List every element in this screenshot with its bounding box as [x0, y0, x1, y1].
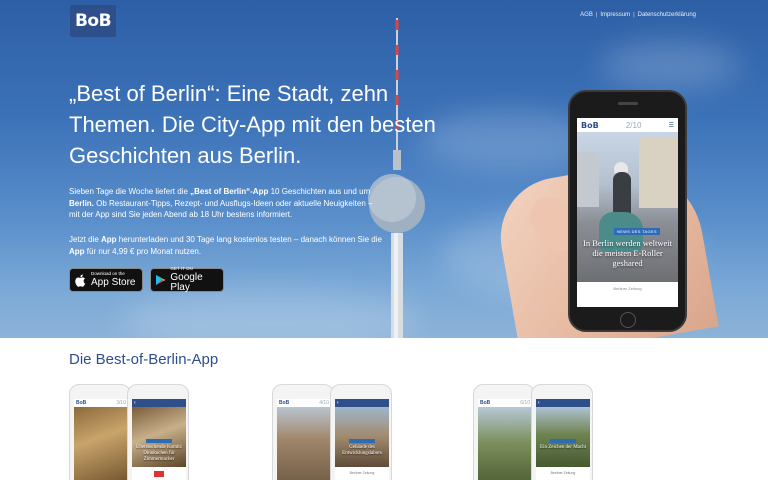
brand-logo[interactable]: BoB — [70, 5, 116, 37]
mini-phone-left: BoB 3/10 — [69, 384, 131, 480]
mini-tag — [349, 439, 375, 443]
apple-icon — [75, 274, 86, 287]
mini-caption: Gebäude des Entwicklungslabors — [342, 445, 382, 456]
menu-icon: ☰ — [668, 122, 674, 129]
food-image — [74, 407, 128, 480]
landscape-image — [478, 407, 532, 480]
landscape-image-detail — [536, 407, 590, 467]
mini-phone-right: ‹ Gebäude des Entwicklungslabors Berline… — [330, 384, 392, 480]
separator: | — [633, 12, 635, 18]
mini-phone-left: BoB 4/10 — [272, 384, 334, 480]
home-button — [620, 312, 636, 328]
agb-link[interactable]: AGB — [580, 12, 593, 18]
mini-footer: Berliner Zeitung — [349, 471, 375, 475]
phone-footer: Berliner Zeitung — [613, 286, 642, 291]
mini-tag — [550, 439, 576, 443]
app-store-button[interactable]: Download on the App Store — [69, 268, 143, 292]
hero-phone-mockup: BoB 2/10 ☰ NEWS DES TAGES In Berlin werd… — [568, 90, 687, 332]
phone-app-header: BoB 2/10 ☰ — [577, 118, 678, 132]
mini-phone-right: ‹ Ein Zeichen der Macht Berliner Zeitung — [531, 384, 593, 480]
mini-page: 3/10 — [116, 400, 126, 406]
screenshot-pair-3: BoB 6/10 ‹ Ein Zeichen der Macht Berliner… — [473, 384, 597, 480]
separator: | — [595, 12, 598, 18]
mini-logo: BoB — [76, 400, 87, 406]
back-icon: ‹ — [538, 400, 540, 406]
article-caption: In Berlin werden weltweit die meisten E-… — [583, 238, 672, 268]
news-tag: NEWS DES TAGES — [614, 228, 660, 235]
google-play-button[interactable]: GET IT ON Google Play — [150, 267, 224, 293]
hero-section: BoB AGB | Impressum | Datenschutzerkläru… — [0, 0, 768, 338]
hero-intro-text: Sieben Tage die Woche liefert die „Best … — [69, 187, 373, 219]
hero-headline: „Best of Berlin“: Eine Stadt, zehn Theme… — [69, 81, 436, 168]
hero-trial-text: Jetzt die App herunterladen und 30 Tage … — [69, 235, 382, 256]
phone-page-counter: 2/10 — [625, 120, 642, 130]
top-links: AGB | Impressum | Datenschutzerklärung — [580, 12, 696, 18]
impressum-link[interactable]: Impressum — [600, 12, 630, 18]
building-image-detail — [335, 407, 389, 467]
google-play-icon — [156, 274, 166, 286]
back-icon: ‹ — [134, 400, 136, 406]
screenshot-pair-2: BoB 4/10 ‹ Gebäude des Entwicklungslabors… — [272, 384, 396, 480]
section-title: Die Best-of-Berlin-App — [69, 351, 219, 368]
mini-tag — [146, 439, 172, 443]
google-play-label: Google Play — [170, 271, 203, 293]
screenshot-pair-1: BoB 3/10 ‹ Überraschende Kombi: Dinnkuche… — [69, 384, 193, 480]
mini-badge — [154, 471, 164, 477]
mini-phone-right: ‹ Überraschende Kombi: Dinnkuchen für Zi… — [127, 384, 189, 480]
phone-screen: BoB 2/10 ☰ NEWS DES TAGES In Berlin werd… — [577, 118, 678, 307]
building-image — [277, 407, 331, 480]
mini-page: 4/10 — [319, 400, 329, 406]
phone-speaker — [618, 102, 638, 105]
app-store-label: App Store — [91, 276, 136, 288]
mini-phone-left: BoB 6/10 — [473, 384, 535, 480]
back-icon: ‹ — [337, 400, 339, 406]
mini-footer: Berliner Zeitung — [550, 471, 576, 475]
mini-caption: Überraschende Kombi: Dinnkuchen für Zimm… — [135, 445, 183, 462]
mini-page: 6/10 — [520, 400, 530, 406]
rider — [613, 172, 631, 216]
mini-caption: Ein Zeichen der Macht — [540, 445, 586, 450]
datenschutz-link[interactable]: Datenschutzerklärung — [638, 12, 696, 18]
mini-logo: BoB — [480, 400, 491, 406]
mini-logo: BoB — [279, 400, 290, 406]
phone-app-logo: BoB — [581, 120, 599, 130]
